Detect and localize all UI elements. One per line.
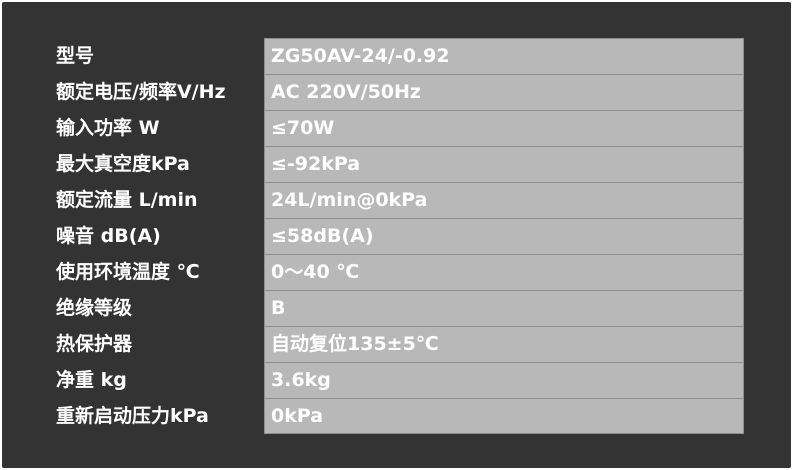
spec-row-power: 输入功率 W ≤70W — [55, 110, 746, 146]
spec-label: 净重 kg — [56, 369, 127, 391]
spec-value: B — [264, 290, 744, 326]
spec-label: 噪音 dB(A) — [56, 225, 161, 247]
spec-label: 输入功率 W — [56, 117, 160, 139]
spec-value: 24L/min@0kPa — [264, 182, 744, 218]
spec-row-flow: 额定流量 L/min 24L/min@0kPa — [55, 182, 746, 218]
spec-row-vacuum: 最大真空度kPa ≤-92kPa — [55, 146, 746, 182]
spec-value: 0kPa — [264, 398, 744, 434]
spec-value: 0～40 ℃ — [264, 254, 744, 290]
spec-table: 型号 ZG50AV-24/-0.92 额定电压/频率V/Hz AC 220V/5… — [55, 38, 746, 434]
spec-row-restart-pressure: 重新启动压力kPa 0kPa — [55, 398, 746, 434]
spec-label: 绝缘等级 — [56, 297, 133, 319]
spec-value: 自动复位135±5℃ — [264, 326, 744, 362]
spec-row-temperature: 使用环境温度 ℃ 0～40 ℃ — [55, 254, 746, 290]
spec-label: 型号 — [56, 45, 95, 67]
spec-label: 最大真空度kPa — [56, 153, 190, 175]
spec-value: 3.6kg — [264, 362, 744, 398]
spec-label: 热保护器 — [56, 333, 133, 355]
spec-row-thermal-protector: 热保护器 自动复位135±5℃ — [55, 326, 746, 362]
spec-row-model: 型号 ZG50AV-24/-0.92 — [55, 38, 746, 74]
spec-row-weight: 净重 kg 3.6kg — [55, 362, 746, 398]
spec-value: ≤-92kPa — [264, 146, 744, 182]
spec-value: ≤58dB(A) — [264, 218, 744, 254]
spec-panel: 型号 ZG50AV-24/-0.92 额定电压/频率V/Hz AC 220V/5… — [2, 2, 791, 468]
spec-label: 使用环境温度 ℃ — [56, 261, 200, 283]
spec-value: ≤70W — [264, 110, 744, 146]
spec-label: 额定流量 L/min — [56, 189, 198, 211]
spec-row-voltage: 额定电压/频率V/Hz AC 220V/50Hz — [55, 74, 746, 110]
spec-value: AC 220V/50Hz — [264, 74, 744, 110]
spec-row-insulation: 绝缘等级 B — [55, 290, 746, 326]
spec-label: 额定电压/频率V/Hz — [56, 81, 226, 103]
spec-row-noise: 噪音 dB(A) ≤58dB(A) — [55, 218, 746, 254]
spec-value: ZG50AV-24/-0.92 — [264, 38, 744, 74]
spec-label: 重新启动压力kPa — [56, 405, 209, 427]
